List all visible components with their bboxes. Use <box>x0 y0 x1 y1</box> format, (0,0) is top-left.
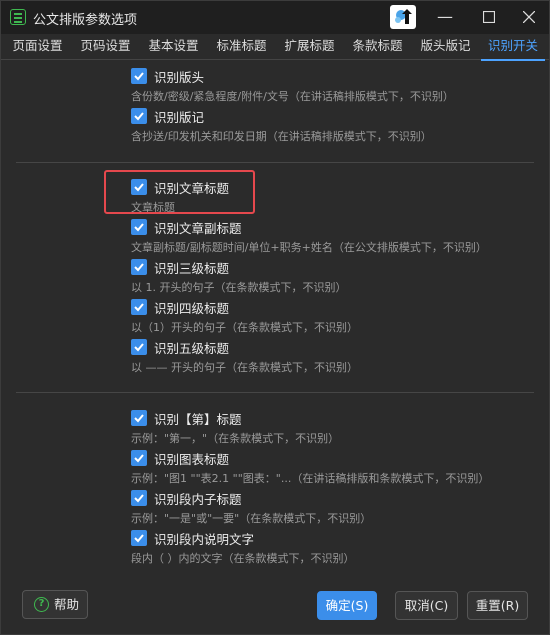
checkbox-recognize-footer[interactable] <box>131 108 147 124</box>
option-description: 含份数/密级/紧急程度/附件/文号（在讲话稿排版模式下，不识别） <box>131 90 454 103</box>
option-label[interactable]: 识别图表标题 <box>154 449 229 468</box>
tab-page-setup[interactable]: 页面设置 <box>5 34 70 60</box>
option-label[interactable]: 识别【第】标题 <box>154 409 242 428</box>
section-divider <box>16 162 534 163</box>
ok-button[interactable]: 确定(S) <box>317 591 377 620</box>
tab-recognition-switch[interactable]: 识别开关 <box>481 34 545 61</box>
tab-extended-title[interactable]: 扩展标题 <box>277 34 342 60</box>
minimize-icon[interactable]: — <box>423 1 467 33</box>
tab-basic[interactable]: 基本设置 <box>141 34 206 60</box>
tab-bar: 页面设置 页码设置 基本设置 标准标题 扩展标题 条款标题 版头版记 识别开关 <box>1 34 549 61</box>
pin-upload-icon[interactable] <box>390 5 416 29</box>
cancel-button[interactable]: 取消(C) <box>395 591 458 620</box>
tab-standard-title[interactable]: 标准标题 <box>209 34 274 60</box>
app-list-icon <box>10 9 26 25</box>
help-label: 帮助 <box>54 597 80 612</box>
maximize-icon[interactable] <box>467 1 511 33</box>
option-description: 以 —— 开头的句子（在条款模式下，不识别） <box>131 361 358 374</box>
option-label[interactable]: 识别四级标题 <box>154 298 229 317</box>
help-button[interactable]: ? 帮助 <box>22 590 88 619</box>
option-description: 含抄送/印发机关和印发日期（在讲话稿排版模式下，不识别） <box>131 130 432 143</box>
option-label[interactable]: 识别段内子标题 <box>154 489 242 508</box>
option-description: 文章副标题/副标题时间/单位+职务+姓名（在公文排版模式下，不识别） <box>131 241 487 254</box>
checkbox-recognize-subtitle[interactable] <box>131 219 147 235</box>
option-label[interactable]: 识别三级标题 <box>154 258 229 277</box>
tab-header-footer[interactable]: 版头版记 <box>413 34 478 60</box>
highlight-box <box>104 170 255 214</box>
checkbox-recognize-inline-note[interactable] <box>131 530 147 546</box>
option-label[interactable]: 识别版头 <box>154 67 204 86</box>
option-description: 示例："第一，"（在条款模式下，不识别） <box>131 432 340 445</box>
window-title: 公文排版参数选项 <box>33 13 138 28</box>
option-description: 示例："一是"或"一要"（在条款模式下，不识别） <box>131 512 372 525</box>
checkbox-recognize-level3-title[interactable] <box>131 259 147 275</box>
option-description: 段内（ ）内的文字（在条款模式下，不识别） <box>131 552 355 565</box>
reset-button[interactable]: 重置(R) <box>467 591 528 620</box>
checkbox-recognize-level5-title[interactable] <box>131 339 147 355</box>
help-icon: ? <box>34 597 49 612</box>
checkbox-recognize-level4-title[interactable] <box>131 299 147 315</box>
option-label[interactable]: 识别文章副标题 <box>154 218 242 237</box>
section-divider <box>16 392 534 393</box>
options-dialog: 公文排版参数选项 — 页面设置 页码设置 基本设置 标准标题 扩展标题 条款标题… <box>0 0 550 635</box>
tab-clause-title[interactable]: 条款标题 <box>345 34 410 60</box>
tab-page-number[interactable]: 页码设置 <box>73 34 138 60</box>
option-label[interactable]: 识别版记 <box>154 107 204 126</box>
option-description: 以 1. 开头的句子（在条款模式下，不识别） <box>131 281 347 294</box>
checkbox-recognize-inline-subtitle[interactable] <box>131 490 147 506</box>
checkbox-recognize-di-title[interactable] <box>131 410 147 426</box>
checkbox-recognize-chart-title[interactable] <box>131 450 147 466</box>
close-icon[interactable] <box>507 1 550 33</box>
option-description: 示例："图1 ""表2.1 ""图表："...（在讲话稿排版和条款模式下，不识别… <box>131 472 490 485</box>
option-label[interactable]: 识别段内说明文字 <box>154 529 254 548</box>
option-label[interactable]: 识别五级标题 <box>154 338 229 357</box>
option-description: 以（1）开头的句子（在条款模式下，不识别） <box>131 321 358 334</box>
checkbox-recognize-header[interactable] <box>131 68 147 84</box>
title-bar: 公文排版参数选项 — <box>1 1 549 34</box>
